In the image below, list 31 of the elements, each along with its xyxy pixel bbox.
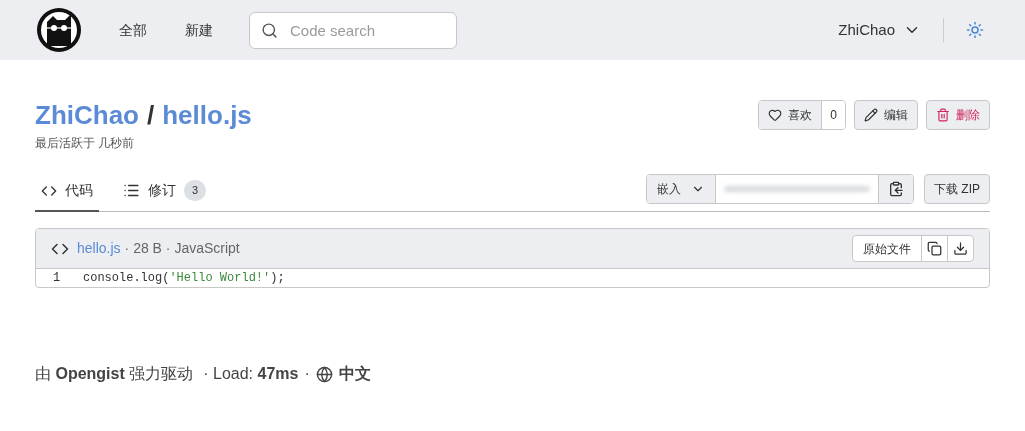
user-menu[interactable]: ZhiChao	[838, 18, 921, 42]
copy-icon	[927, 241, 942, 256]
tab[interactable]: 修订 3	[117, 171, 213, 212]
file-meta: · 28 B · JavaScript	[124, 239, 240, 258]
footer-text: 由 Opengist 强力驱动	[35, 364, 194, 384]
load-time: · Load: 47ms	[203, 364, 299, 384]
like-count: 0	[821, 101, 845, 129]
search-icon	[261, 21, 278, 39]
sun-icon[interactable]	[966, 21, 984, 39]
download-icon	[953, 241, 968, 256]
tab[interactable]: 代码	[35, 171, 99, 212]
code-line: console.log('Hello World!');	[83, 270, 285, 287]
language-link[interactable]: 中文	[338, 362, 371, 386]
trash-icon	[936, 108, 950, 122]
nav-link[interactable]: 新建	[185, 19, 213, 41]
heart-icon	[768, 108, 783, 122]
nav-link[interactable]: 全部	[119, 19, 147, 41]
delete-button[interactable]: 删除	[926, 100, 990, 130]
globe-icon	[315, 365, 333, 383]
edit-button[interactable]: 编辑	[854, 100, 918, 130]
download-zip-button[interactable]: 下载 ZIP	[924, 174, 990, 204]
like-button[interactable]: 喜欢	[759, 101, 822, 129]
path-separator: /	[147, 99, 155, 132]
activity-text: 最后活跃于 几秒前	[35, 135, 136, 152]
footer-dot: ·	[304, 364, 310, 384]
search-field[interactable]: Code search	[249, 11, 457, 49]
line-number: 1	[52, 270, 62, 287]
pencil-icon	[864, 108, 878, 122]
list-icon	[123, 182, 140, 199]
count-badge: 3	[184, 180, 207, 201]
logo-icon[interactable]	[35, 6, 83, 54]
